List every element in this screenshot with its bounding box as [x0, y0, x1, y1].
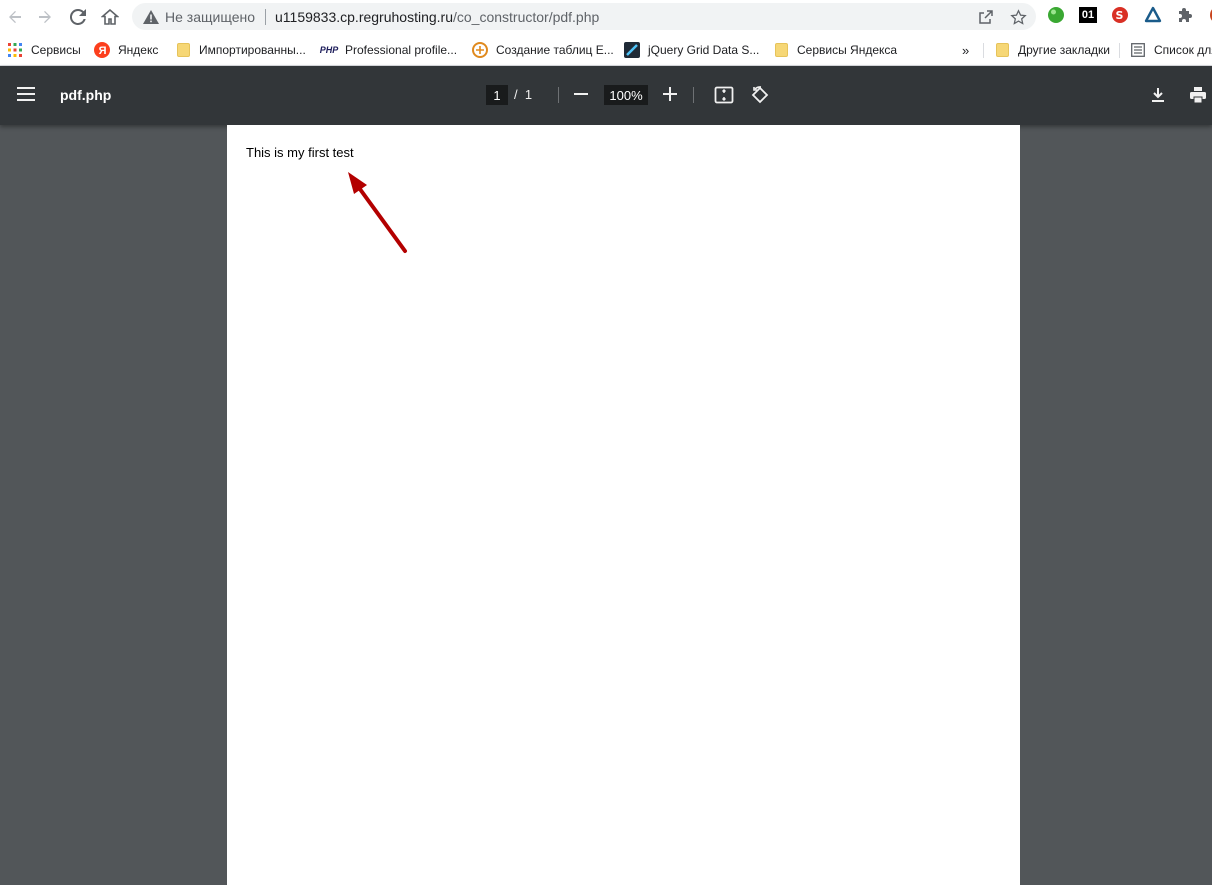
not-secure-warning-icon	[143, 9, 159, 25]
home-button[interactable]	[95, 2, 125, 32]
home-icon	[101, 8, 119, 25]
pdf-title: pdf.php	[60, 87, 112, 103]
arrow-right-icon	[39, 11, 51, 23]
bookmark-label: jQuery Grid Data S...	[648, 43, 760, 57]
bookmark-jquery-grid[interactable]: jQuery Grid Data S...	[624, 40, 759, 60]
bookmark-label: Сервисы Яндекса	[797, 43, 898, 57]
reload-button[interactable]	[63, 2, 93, 32]
puzzle-extensions-icon[interactable]	[1176, 5, 1196, 25]
bookmark-star-icon[interactable]	[1008, 7, 1028, 27]
bookmark-folder-yandex-services[interactable]: Сервисы Яндекса	[773, 40, 897, 60]
site-favicon	[472, 42, 488, 58]
pdf-viewer-toolbar: pdf.php 1 / 1 100%	[0, 66, 1212, 125]
rotate-icon[interactable]	[750, 85, 770, 105]
bookmarks-bar: Сервисы Я Яндекс Импортированны... PHP P…	[0, 33, 1212, 66]
bookmarks-divider	[1119, 43, 1120, 58]
fit-to-page-icon[interactable]	[714, 85, 734, 105]
reading-list-button[interactable]: Список для	[1130, 40, 1212, 60]
overflow-chevron-icon: »	[962, 42, 970, 58]
zoom-level-input[interactable]: 100%	[604, 85, 648, 105]
annotation-arrow-icon	[348, 172, 407, 253]
delta-extension-icon[interactable]	[1143, 5, 1163, 25]
toolbar-divider	[558, 87, 559, 103]
folder-icon	[994, 42, 1010, 58]
bookmark-folder-imported[interactable]: Импортированны...	[175, 40, 306, 60]
seo-extension-icon[interactable]: S	[1110, 5, 1130, 25]
bookmark-services[interactable]: Сервисы	[7, 40, 81, 60]
url-path: /co_constructor/pdf.php	[452, 8, 600, 25]
extensions-area: 01 S	[1046, 5, 1212, 25]
site-favicon	[624, 42, 640, 58]
security-label[interactable]: Не защищено	[165, 9, 255, 25]
bookmark-label: Другие закладки	[1018, 43, 1110, 57]
bookmarks-divider	[983, 43, 984, 58]
url-text[interactable]: u1159833.cp.regruhosting.ru/co_construct…	[275, 9, 599, 25]
bookmarks-overflow-button[interactable]: »	[962, 40, 969, 60]
green-ball-extension-icon[interactable]	[1046, 5, 1066, 25]
menu-hamburger-icon[interactable]	[17, 87, 35, 103]
bookmark-other-bookmarks[interactable]: Другие закладки	[994, 40, 1110, 60]
browser-toolbar: Не защищено u1159833.cp.regruhosting.ru/…	[0, 0, 1212, 33]
bookmark-label: Professional profile...	[345, 43, 458, 57]
share-icon[interactable]	[976, 7, 996, 27]
arrow-left-icon	[9, 11, 21, 23]
reload-icon	[70, 9, 86, 25]
folder-icon	[773, 42, 789, 58]
address-bar[interactable]: Не защищено u1159833.cp.regruhosting.ru/…	[132, 3, 1036, 30]
bookmark-label: Сервисы	[31, 43, 81, 57]
bookmark-label: Импортированны...	[199, 43, 306, 57]
page-number-input[interactable]: 1	[486, 85, 508, 105]
folder-icon	[175, 42, 191, 58]
bookmark-create-tables[interactable]: Создание таблиц E...	[472, 40, 614, 60]
toolbar-divider	[693, 87, 694, 103]
back-button[interactable]	[0, 2, 30, 32]
zoom-out-button[interactable]	[574, 93, 588, 95]
binary-extension-icon[interactable]: 01	[1079, 7, 1097, 23]
apps-grid-icon	[7, 42, 23, 58]
bookmark-label: Яндекс	[118, 43, 159, 57]
address-separator	[265, 8, 266, 25]
page-separator: /	[514, 87, 518, 102]
print-icon[interactable]	[1188, 85, 1208, 105]
svg-text:S: S	[1116, 9, 1124, 22]
bookmark-label: Создание таблиц E...	[496, 43, 614, 57]
svg-text:Я: Я	[99, 45, 107, 57]
bookmark-php-profile[interactable]: PHP Professional profile...	[319, 40, 458, 60]
page-total: / 1	[514, 87, 532, 102]
php-icon: PHP	[319, 45, 339, 55]
yandex-icon: Я	[94, 42, 110, 58]
reading-list-icon	[1130, 42, 1146, 58]
download-icon[interactable]	[1148, 85, 1168, 105]
bookmark-yandex[interactable]: Я Яндекс	[94, 40, 158, 60]
bookmark-label: Список для	[1154, 43, 1212, 57]
url-host: u1159833.cp.regruhosting.ru	[275, 8, 453, 25]
zoom-in-button[interactable]	[663, 87, 677, 101]
page-total-count: 1	[524, 87, 533, 102]
pdf-page: This is my first test	[227, 125, 1020, 885]
forward-button[interactable]	[30, 2, 60, 32]
